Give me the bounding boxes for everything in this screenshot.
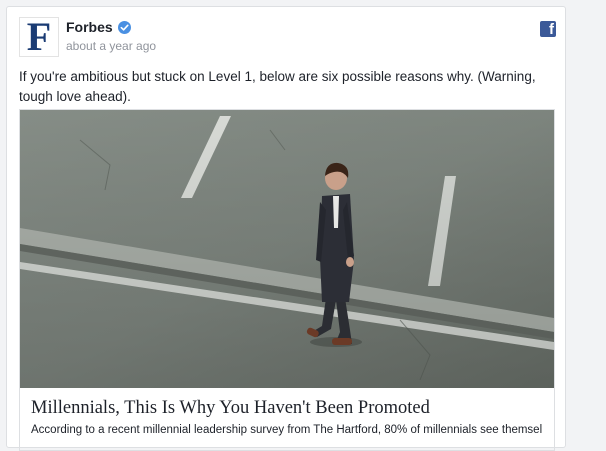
page-name[interactable]: Forbes	[66, 19, 113, 35]
logo-letter: F	[26, 14, 52, 59]
facebook-glyph: f	[549, 21, 554, 38]
post-text: If you're ambitious but stuck on Level 1…	[19, 69, 536, 104]
checkmark-icon	[120, 24, 129, 31]
article-photo[interactable]	[20, 110, 554, 388]
facebook-icon[interactable]: f	[540, 21, 556, 37]
street-photo-image	[20, 110, 554, 388]
post-timestamp[interactable]: about a year ago	[66, 39, 156, 53]
verified-badge-icon	[117, 20, 131, 34]
article-description: According to a recent millennial leaders…	[31, 424, 543, 436]
forbes-logo[interactable]: F	[19, 17, 59, 57]
post-header: F Forbes about a year ago f	[19, 17, 556, 57]
author-row: Forbes	[66, 19, 131, 35]
post-card: F Forbes about a year ago f If you're am…	[6, 6, 566, 451]
link-preview[interactable]: Millennials, This Is Why You Haven't Bee…	[19, 109, 555, 451]
article-title[interactable]: Millennials, This Is Why You Haven't Bee…	[31, 398, 430, 419]
